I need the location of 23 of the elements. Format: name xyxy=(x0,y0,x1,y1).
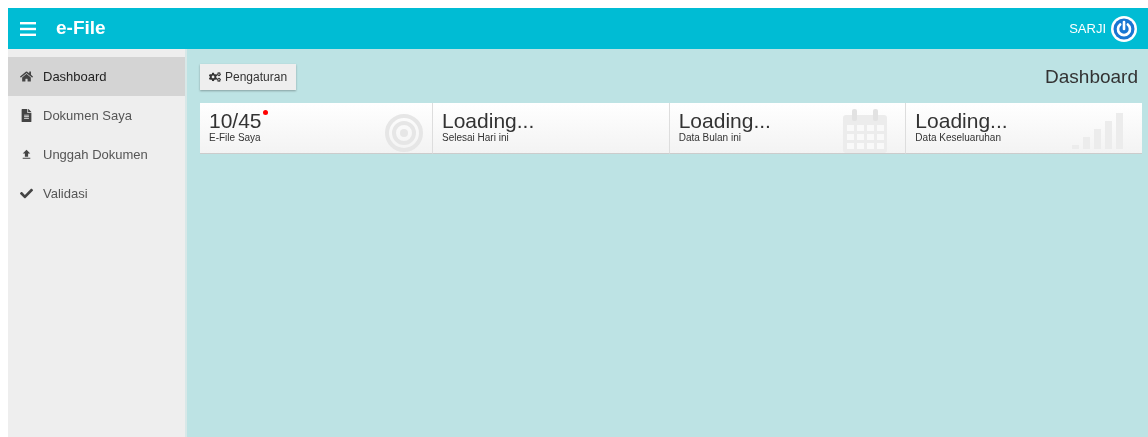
sidebar-item[interactable]: Dokumen Saya xyxy=(8,96,185,135)
page-title: Dashboard xyxy=(1045,65,1138,89)
stat-value: Loading... xyxy=(678,108,771,132)
sidebar-item[interactable]: Unggah Dokumen xyxy=(8,135,185,174)
home-icon xyxy=(20,70,33,83)
check-icon xyxy=(20,187,33,200)
stat-label: E-File Saya xyxy=(209,131,262,144)
stat-label: Data Keseluaruhan xyxy=(915,131,1001,144)
stat-label: Data Bulan ini xyxy=(678,131,741,144)
gears-icon xyxy=(209,71,221,84)
document-icon xyxy=(20,109,33,122)
stat-label: Selesai Hari ini xyxy=(442,131,509,144)
sidebar-item[interactable]: Validasi xyxy=(8,174,185,213)
power-icon[interactable] xyxy=(1110,14,1138,43)
sidebar-item[interactable]: Dashboard xyxy=(8,57,185,96)
target-icon xyxy=(384,112,424,153)
upload-icon xyxy=(20,148,33,161)
app-title: e-File xyxy=(56,16,106,41)
stat-value: Loading... xyxy=(442,108,535,132)
calendar-icon xyxy=(841,106,890,153)
stat-value: Loading... xyxy=(915,108,1008,132)
stat-value: 10/45 xyxy=(209,108,262,132)
settings-button[interactable]: Pengaturan xyxy=(200,64,297,91)
